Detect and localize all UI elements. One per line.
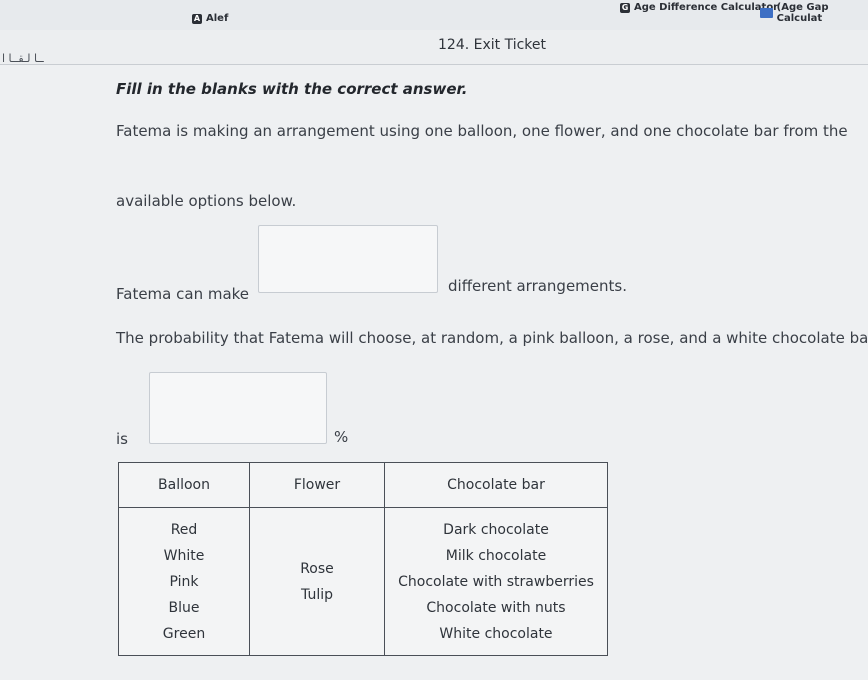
balloon-options-cell: Red White Pink Blue Green [118,507,250,656]
list-item: Chocolate with nuts [426,599,566,616]
question-text-line2: available options below. [116,192,297,210]
list-item: Milk chocolate [445,547,547,564]
list-item: Pink [169,573,199,590]
question-instruction: Fill in the blanks with the correct answ… [116,80,468,98]
list-item: Dark chocolate [443,521,549,538]
probability-prefix: is [116,430,128,448]
probability-question-text: The probability that Fatema will choose,… [116,329,868,347]
percent-sign: % [334,428,349,446]
list-item: Red [170,521,198,538]
arrangements-prefix: Fatema can make [116,285,250,303]
list-item: Green [162,625,206,642]
tab-alef[interactable]: A Alef [192,13,228,24]
list-item: Blue [168,599,200,616]
lesson-header [0,30,868,65]
probability-answer-input[interactable] [149,372,327,444]
list-item: White [163,547,205,564]
tab-age-difference-calculator[interactable]: G Age Difference Calculator [620,2,778,13]
list-item: Tulip [301,586,333,603]
table-header-row: Balloon Flower Chocolate bar [118,462,608,508]
header-flower: Flower [249,462,385,508]
list-item: Chocolate with strawberries [398,573,594,590]
arrangements-suffix: different arrangements. [448,277,627,295]
alef-icon: A [192,13,202,24]
list-item: White chocolate [439,625,553,642]
header-balloon: Balloon [118,462,250,508]
list-item: Rose [300,560,334,577]
google-icon: G [620,2,630,13]
tab-age-gap-calculator[interactable]: (Age Gap Calculat [760,2,868,24]
question-text-line1: Fatema is making an arrangement using on… [116,122,848,140]
page-icon [760,8,773,18]
tab-label: Age Difference Calculator [634,2,779,13]
chocolate-options-cell: Dark chocolate Milk chocolate Chocolate … [384,507,608,656]
flower-options-cell: Rose Tulip [249,507,385,656]
logo: ــا لـقــا ا [2,52,44,65]
arrangements-answer-input[interactable] [258,225,438,293]
options-table: Balloon Flower Chocolate bar Red White P… [118,462,608,656]
header-chocolate-bar: Chocolate bar [384,462,608,508]
table-row: Red White Pink Blue Green Rose Tulip Dar… [118,507,608,656]
page-title: 124. Exit Ticket [438,37,547,53]
tab-label: Alef [206,13,229,24]
browser-tab-bar: A Alef G Age Difference Calculator (Age … [0,0,868,30]
tab-label: (Age Gap Calculat [776,2,829,24]
